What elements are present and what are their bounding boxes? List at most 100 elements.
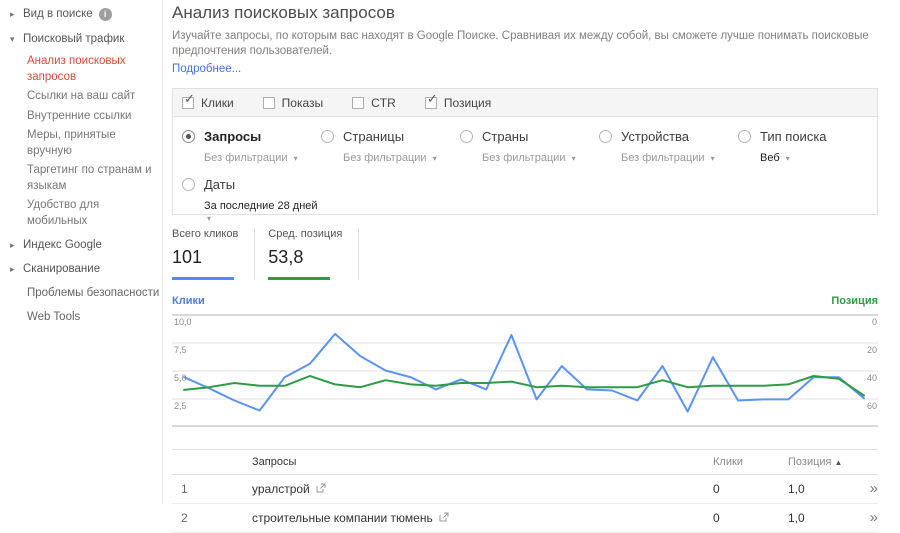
sidebar-item-internal-links[interactable]: Внутренние ссылки: [27, 109, 157, 125]
external-link-icon[interactable]: [316, 482, 326, 496]
queries-table: Запросы Клики Позиция▲ 1 уралстрой 0 1,0…: [172, 449, 878, 533]
chevron-right-icon[interactable]: ▸: [10, 263, 23, 275]
radio-dates[interactable]: Даты: [182, 177, 324, 192]
metrics-bar: ✓ Клики ✓ Показы ✓ CTR ✓ Позиция: [173, 89, 877, 117]
sidebar: ▸ Вид в поиске i ▾ Поисковый трафик Анал…: [0, 0, 163, 504]
sidebar-item-label[interactable]: Поисковый трафик: [23, 33, 124, 45]
checkbox-checked-icon[interactable]: ✓: [425, 97, 437, 109]
sidebar-item-web-tools[interactable]: Web Tools: [0, 311, 162, 323]
sidebar-item-label[interactable]: Сканирование: [23, 263, 100, 275]
sidebar-item-targeting[interactable]: Таргетинг по странам и языкам: [27, 163, 157, 194]
sidebar-item-manual-actions[interactable]: Меры, принятые вручную: [27, 128, 157, 159]
chevron-down-icon[interactable]: ▾: [10, 33, 23, 45]
sidebar-item-search-traffic[interactable]: ▾ Поисковый трафик: [0, 33, 162, 45]
dimension-label: Тип поиска: [760, 129, 827, 144]
radio-queries[interactable]: Запросы: [182, 129, 321, 144]
chevron-down-icon: ▾: [433, 154, 437, 163]
clicks-color-bar: [172, 277, 234, 280]
radio-icon[interactable]: [182, 178, 195, 191]
sidebar-item-search-appearance[interactable]: ▸ Вид в поиске i: [0, 8, 162, 21]
position-color-bar: [268, 277, 330, 280]
radio-icon[interactable]: [738, 130, 751, 143]
table-header-clicks[interactable]: Клики: [713, 456, 788, 468]
total-clicks-card: Всего кликов 101: [172, 228, 255, 280]
filter-dropdown-devices[interactable]: Без фильтрации ▾: [621, 152, 738, 164]
filter-dropdown-queries[interactable]: Без фильтрации ▾: [204, 152, 321, 164]
table-header-query[interactable]: Запросы: [252, 456, 713, 468]
dimension-label: Даты: [204, 177, 235, 192]
filter-dropdown-pages[interactable]: Без фильтрации ▾: [343, 152, 460, 164]
filter-panel: ✓ Клики ✓ Показы ✓ CTR ✓ Позиция: [172, 88, 878, 215]
dimension-queries: Запросы Без фильтрации ▾: [182, 129, 321, 164]
dimension-label: Устройства: [621, 129, 689, 144]
radio-countries[interactable]: Страны: [460, 129, 599, 144]
query-cell: уралстрой: [252, 482, 713, 496]
metric-checkbox-position[interactable]: ✓ Позиция: [425, 96, 491, 110]
metric-checkbox-ctr[interactable]: ✓ CTR: [352, 96, 396, 110]
checkbox-unchecked-icon[interactable]: ✓: [352, 97, 364, 109]
radio-icon[interactable]: [460, 130, 473, 143]
sidebar-item-search-analytics[interactable]: Анализ поисковых запросов: [27, 54, 157, 85]
left-tick: 7,5: [174, 345, 187, 355]
sidebar-item-security-issues[interactable]: Проблемы безопасности: [0, 287, 162, 299]
right-tick: 60: [867, 401, 877, 411]
sidebar-item-label[interactable]: Вид в поиске: [23, 8, 93, 20]
sidebar-item-google-index[interactable]: ▸ Индекс Google: [0, 239, 162, 251]
radio-selected-icon[interactable]: [182, 130, 195, 143]
filter-dropdown-dates[interactable]: За последние 28 дней ▾: [204, 200, 324, 224]
metric-label: CTR: [371, 96, 396, 110]
radio-pages[interactable]: Страницы: [321, 129, 460, 144]
totals: Всего кликов 101 Сред. позиция 53,8: [172, 228, 878, 280]
query-cell: строительные компании тюмень: [252, 511, 713, 525]
dimension-label: Запросы: [204, 129, 261, 144]
chevron-down-icon: ▾: [711, 154, 715, 163]
dimension-dates: Даты За последние 28 дней ▾: [182, 177, 324, 224]
query-text[interactable]: уралстрой: [252, 482, 310, 496]
right-tick: 0: [872, 317, 877, 327]
table-header-position[interactable]: Позиция▲: [788, 456, 850, 468]
dimension-selector: Запросы Без фильтрации ▾ Страницы Без фи…: [173, 117, 877, 214]
info-icon[interactable]: i: [99, 8, 112, 21]
checkbox-unchecked-icon[interactable]: ✓: [263, 97, 275, 109]
chevron-right-icon[interactable]: ▸: [10, 239, 23, 251]
sidebar-subsection: Анализ поисковых запросов Ссылки на ваш …: [0, 54, 160, 229]
filter-dropdown-countries[interactable]: Без фильтрации ▾: [482, 152, 599, 164]
query-text[interactable]: строительные компании тюмень: [252, 511, 433, 525]
clicks-cell: 0: [713, 482, 788, 496]
sidebar-item-label[interactable]: Индекс Google: [23, 239, 102, 251]
right-axis-title: Позиция: [831, 295, 878, 307]
chart-section: Клики Позиция 10,0 7,5 5,0 2,5 0 20 40 6…: [172, 295, 878, 431]
table-row: 2 строительные компании тюмень 0 1,0 »: [172, 504, 878, 533]
right-tick: 20: [867, 345, 877, 355]
chevron-down-icon: ▾: [786, 154, 790, 163]
dimension-label: Страны: [482, 129, 528, 144]
metric-checkbox-clicks[interactable]: ✓ Клики: [182, 96, 234, 110]
radio-icon[interactable]: [321, 130, 334, 143]
sidebar-item-links-to-site[interactable]: Ссылки на ваш сайт: [27, 89, 157, 105]
right-tick: 40: [867, 373, 877, 383]
dimension-countries: Страны Без фильтрации ▾: [460, 129, 599, 164]
metric-checkbox-impressions[interactable]: ✓ Показы: [263, 96, 323, 110]
filter-dropdown-search-type[interactable]: Веб ▾: [760, 152, 877, 164]
radio-search-type[interactable]: Тип поиска: [738, 129, 877, 144]
chart-canvas: [172, 311, 878, 431]
chart-header: Клики Позиция: [172, 295, 878, 307]
total-value: 101: [172, 247, 238, 268]
learn-more-link[interactable]: Подробнее...: [172, 63, 241, 75]
radio-icon[interactable]: [599, 130, 612, 143]
checkbox-checked-icon[interactable]: ✓: [182, 97, 194, 109]
external-link-icon[interactable]: [439, 511, 449, 525]
sidebar-item-mobile-usability[interactable]: Удобство для мобильных: [27, 198, 157, 229]
metric-label: Клики: [201, 96, 234, 110]
position-cell: 1,0: [788, 511, 850, 525]
radio-devices[interactable]: Устройства: [599, 129, 738, 144]
clicks-cell: 0: [713, 511, 788, 525]
expand-row-icon[interactable]: »: [850, 513, 878, 523]
total-label: Сред. позиция: [268, 228, 342, 240]
left-tick: 5,0: [174, 373, 187, 383]
sidebar-item-crawl[interactable]: ▸ Сканирование: [0, 263, 162, 275]
chevron-down-icon: ▾: [294, 154, 298, 163]
chevron-down-icon: ▾: [207, 214, 211, 223]
chevron-right-icon[interactable]: ▸: [10, 8, 23, 20]
expand-row-icon[interactable]: »: [850, 484, 878, 494]
